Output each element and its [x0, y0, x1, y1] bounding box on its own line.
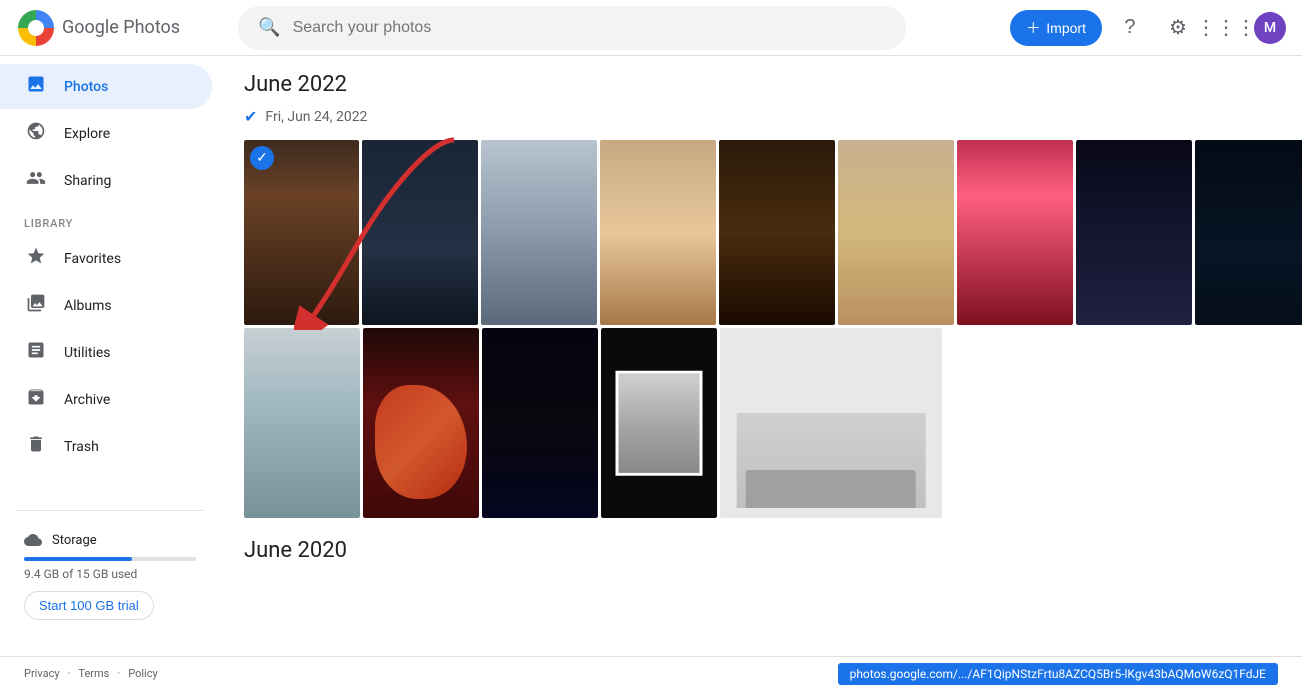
sidebar-label-archive: Archive [64, 392, 110, 408]
google-photos-logo-icon [16, 8, 56, 48]
sidebar-label-sharing: Sharing [64, 173, 111, 189]
photo-4[interactable] [600, 140, 716, 325]
library-section-label: LIBRARY [0, 205, 220, 234]
section-title-june2022: June 2022 [244, 72, 1278, 97]
storage-section: Storage 9.4 GB of 15 GB used Start 100 G… [0, 519, 220, 632]
photo-row-2 [244, 328, 1278, 518]
storage-bar [24, 557, 196, 561]
import-button[interactable]: ＋ Import [1010, 10, 1102, 46]
header: Google Photos 🔍 ＋ Import ? ⚙ ⋮⋮⋮ M [0, 0, 1302, 56]
photo-10[interactable] [244, 328, 360, 518]
apps-button[interactable]: ⋮⋮⋮ [1206, 8, 1246, 48]
cloud-icon [24, 531, 42, 549]
terms-link[interactable]: Terms [78, 667, 109, 680]
sidebar-label-explore: Explore [64, 126, 110, 142]
sidebar-label-favorites: Favorites [64, 251, 121, 267]
photo-13[interactable] [601, 328, 717, 518]
settings-button[interactable]: ⚙ [1158, 8, 1198, 48]
storage-bar-fill [24, 557, 132, 561]
sidebar-divider [16, 510, 204, 511]
sidebar: Photos Explore Sharing LIBRARY Favori [0, 56, 220, 656]
sidebar-label-trash: Trash [64, 439, 99, 455]
section-title-june2020: June 2020 [244, 538, 1278, 563]
photo-8[interactable] [1076, 140, 1192, 325]
search-input[interactable] [293, 19, 887, 37]
logo-text: Google Photos [62, 17, 180, 38]
date-check-icon: ✔ [244, 107, 257, 126]
sidebar-label-albums: Albums [64, 298, 112, 314]
photo-check-1: ✓ [250, 146, 274, 170]
sidebar-label-utilities: Utilities [64, 345, 111, 361]
date-row: ✔ Fri, Jun 24, 2022 [244, 107, 1278, 126]
gear-icon: ⚙ [1169, 15, 1187, 40]
app-body: Photos Explore Sharing LIBRARY Favori [0, 56, 1302, 656]
sidebar-item-archive[interactable]: Archive [0, 377, 212, 422]
policy-link[interactable]: Policy [128, 667, 157, 680]
trash-icon [24, 434, 48, 459]
help-icon: ? [1124, 16, 1135, 39]
sidebar-item-utilities[interactable]: Utilities [0, 330, 212, 375]
storage-label: Storage [24, 531, 196, 549]
avatar[interactable]: M [1254, 12, 1286, 44]
archive-icon [24, 387, 48, 412]
help-button[interactable]: ? [1110, 8, 1150, 48]
photo-11[interactable] [363, 328, 479, 518]
photo-2[interactable] [362, 140, 478, 325]
utilities-icon [24, 340, 48, 365]
date-text: Fri, Jun 24, 2022 [265, 109, 367, 125]
bottom-bar: Privacy · Terms · Policy photos.google.c… [0, 656, 1302, 689]
import-plus-icon: ＋ [1026, 18, 1040, 38]
privacy-link[interactable]: Privacy [24, 667, 60, 680]
grid-icon: ⋮⋮⋮ [1196, 15, 1256, 40]
sidebar-item-explore[interactable]: Explore [0, 111, 212, 156]
trial-button[interactable]: Start 100 GB trial [24, 591, 154, 620]
photo-9[interactable] [1195, 140, 1302, 325]
photo-3[interactable] [481, 140, 597, 325]
sidebar-item-photos[interactable]: Photos [0, 64, 212, 109]
explore-icon [24, 121, 48, 146]
search-bar[interactable]: 🔍 [238, 6, 906, 50]
url-bar: photos.google.com/.../AF1QipNStzFrtu8AZC… [838, 663, 1278, 685]
sidebar-item-trash[interactable]: Trash [0, 424, 212, 469]
sharing-icon [24, 168, 48, 193]
photo-6[interactable] [838, 140, 954, 325]
albums-icon [24, 293, 48, 318]
sidebar-nav: Photos Explore Sharing LIBRARY Favori [0, 64, 220, 469]
photo-7[interactable] [957, 140, 1073, 325]
sidebar-item-sharing[interactable]: Sharing [0, 158, 212, 203]
sidebar-label-photos: Photos [64, 79, 108, 95]
main-content: June 2022 ✔ Fri, Jun 24, 2022 ✓ [220, 56, 1302, 656]
photo-12[interactable] [482, 328, 598, 518]
storage-text: 9.4 GB of 15 GB used [24, 567, 196, 581]
photo-5[interactable] [719, 140, 835, 325]
header-actions: ＋ Import ? ⚙ ⋮⋮⋮ M [1010, 8, 1286, 48]
photo-14[interactable] [720, 328, 942, 518]
favorites-icon [24, 246, 48, 271]
photos-icon [24, 74, 48, 99]
photo-row-1: ✓ [244, 140, 1278, 325]
sidebar-item-albums[interactable]: Albums [0, 283, 212, 328]
photo-1[interactable]: ✓ [244, 140, 359, 325]
photo-grid-wrapper: ✓ [244, 140, 1278, 518]
logo[interactable]: Google Photos [16, 8, 180, 48]
sidebar-item-favorites[interactable]: Favorites [0, 236, 212, 281]
search-icon: 🔍 [258, 17, 280, 38]
